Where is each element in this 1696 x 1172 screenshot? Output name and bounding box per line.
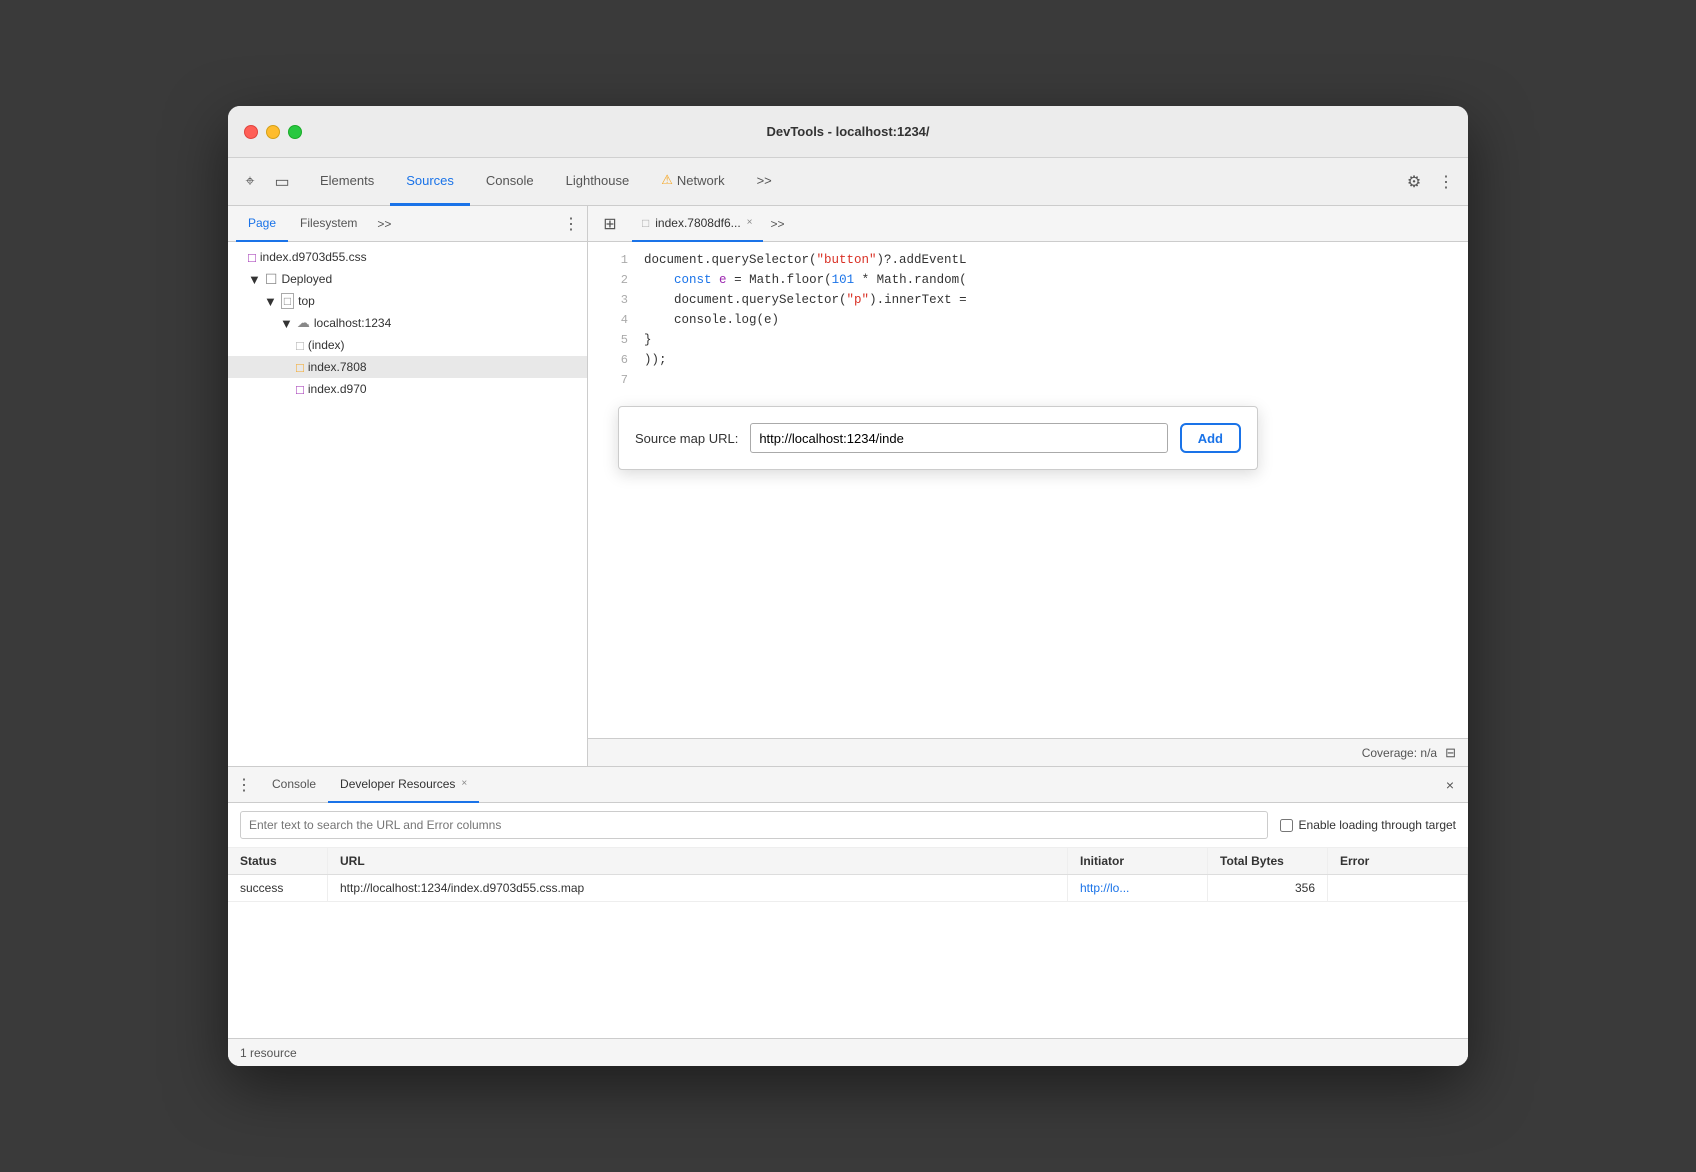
cloud-icon: ☁	[297, 315, 310, 331]
toolbar-icons: ⌖ ▭	[236, 168, 296, 196]
code-line: 6 ));	[588, 350, 1468, 370]
minimize-button[interactable]	[266, 125, 280, 139]
traffic-lights	[244, 125, 302, 139]
bottom-tabs: ⋮ Console Developer Resources × ×	[228, 767, 1468, 803]
table-row[interactable]: success http://localhost:1234/index.d970…	[228, 875, 1468, 902]
code-tab-file-icon: □	[642, 216, 649, 230]
window-title: DevTools - localhost:1234/	[766, 124, 929, 139]
coverage-label: Coverage: n/a	[1362, 746, 1437, 760]
close-button[interactable]	[244, 125, 258, 139]
tab-console-bottom[interactable]: Console	[260, 767, 328, 803]
col-header-status: Status	[228, 848, 328, 874]
col-header-error: Error	[1328, 848, 1468, 874]
code-tab-close-icon[interactable]: ×	[747, 217, 753, 228]
dev-resources-table: Status URL Initiator Total Bytes Error s…	[228, 848, 1468, 1038]
rect-icon: □	[281, 293, 294, 309]
fullscreen-button[interactable]	[288, 125, 302, 139]
css2-file-icon: □	[296, 382, 304, 397]
code-line: 7	[588, 370, 1468, 390]
toolbar: ⌖ ▭ Elements Sources Console Lighthouse …	[228, 158, 1468, 206]
list-item[interactable]: ▼ □ top	[228, 290, 587, 312]
developer-resources-tab-close-icon[interactable]: ×	[461, 778, 467, 789]
tab-network[interactable]: ⚠ Network	[645, 158, 740, 206]
code-tab-active[interactable]: □ index.7808df6... ×	[632, 206, 763, 242]
index-file-icon: □	[296, 338, 304, 353]
js-file-icon: □	[296, 360, 304, 375]
cell-status: success	[228, 875, 328, 901]
more-tabs-button[interactable]: >>	[741, 158, 788, 206]
tab-page[interactable]: Page	[236, 206, 288, 242]
col-header-url: URL	[328, 848, 1068, 874]
source-map-popup: Source map URL: Add	[618, 406, 1258, 470]
toolbar-right: ⚙ ⋮	[1400, 168, 1460, 196]
code-line: 1 document.querySelector("button")?.addE…	[588, 250, 1468, 270]
tab-console[interactable]: Console	[470, 158, 550, 206]
resource-count: 1 resource	[240, 1046, 297, 1060]
right-status-bar: Coverage: n/a ⊟	[588, 738, 1468, 766]
toolbar-tabs: Elements Sources Console Lighthouse ⚠ Ne…	[304, 158, 1400, 206]
bottom-panel-menu-icon[interactable]: ⋮	[236, 775, 252, 795]
table-header: Status URL Initiator Total Bytes Error	[228, 848, 1468, 875]
tab-lighthouse[interactable]: Lighthouse	[550, 158, 646, 206]
source-map-label: Source map URL:	[635, 431, 738, 446]
code-area: 1 document.querySelector("button")?.addE…	[588, 242, 1468, 738]
css-file-icon: □	[248, 250, 256, 265]
bottom-panel-close-icon[interactable]: ×	[1440, 775, 1460, 795]
folder-top-icon: ▼	[264, 294, 277, 309]
left-panel: Page Filesystem >> ⋮ □ index.d9703d55.cs…	[228, 206, 588, 766]
folder-localhost-icon: ▼	[280, 316, 293, 331]
code-line: 3 document.querySelector("p").innerText …	[588, 290, 1468, 310]
file-tree: □ index.d9703d55.css ▼ ☐ Deployed ▼ □ to…	[228, 242, 587, 766]
enable-loading-checkbox[interactable]	[1280, 819, 1293, 832]
code-line: 2 const e = Math.floor(101 * Math.random…	[588, 270, 1468, 290]
cube-icon: ☐	[265, 271, 278, 288]
bottom-panel: ⋮ Console Developer Resources × × Enable…	[228, 766, 1468, 1066]
list-item[interactable]: □ index.d970	[228, 378, 587, 400]
main-content: Page Filesystem >> ⋮ □ index.d9703d55.cs…	[228, 206, 1468, 766]
code-tabs: ⊞ □ index.7808df6... × >>	[588, 206, 1468, 242]
tab-developer-resources[interactable]: Developer Resources ×	[328, 767, 479, 803]
menu-icon[interactable]: ⋮	[1432, 168, 1460, 196]
cell-initiator: http://lo...	[1068, 875, 1208, 901]
list-item[interactable]: □ index.d9703d55.css	[228, 246, 587, 268]
devtools-window: DevTools - localhost:1234/ ⌖ ▭ Elements …	[228, 106, 1468, 1066]
list-item[interactable]: ▼ ☁ localhost:1234	[228, 312, 587, 334]
col-header-bytes: Total Bytes	[1208, 848, 1328, 874]
more-code-tabs-button[interactable]: >>	[767, 215, 789, 233]
more-panel-tabs-button[interactable]: >>	[373, 215, 395, 233]
inspect-icon[interactable]: ⌖	[236, 168, 264, 196]
right-panel: ⊞ □ index.7808df6... × >> 1 document.que…	[588, 206, 1468, 766]
search-input[interactable]	[240, 811, 1268, 839]
col-header-initiator: Initiator	[1068, 848, 1208, 874]
device-icon[interactable]: ▭	[268, 168, 296, 196]
tab-sources[interactable]: Sources	[390, 158, 470, 206]
enable-loading-checkbox-label: Enable loading through target	[1280, 818, 1456, 832]
title-bar: DevTools - localhost:1234/	[228, 106, 1468, 158]
list-item[interactable]: ▼ ☐ Deployed	[228, 268, 587, 290]
tab-filesystem[interactable]: Filesystem	[288, 206, 369, 242]
code-line: 4 console.log(e)	[588, 310, 1468, 330]
source-map-add-button[interactable]: Add	[1180, 423, 1241, 453]
panel-menu-icon[interactable]: ⋮	[563, 214, 579, 234]
cell-bytes: 356	[1208, 875, 1328, 901]
search-bar: Enable loading through target	[228, 803, 1468, 848]
bottom-status-bar: 1 resource	[228, 1038, 1468, 1066]
search-right: Enable loading through target	[1280, 818, 1456, 832]
warning-icon: ⚠	[661, 172, 673, 188]
folder-deployed-icon: ▼	[248, 272, 261, 287]
source-map-input[interactable]	[750, 423, 1167, 453]
coverage-icon[interactable]: ⊟	[1445, 745, 1456, 761]
sidebar-toggle-icon[interactable]: ⊞	[596, 210, 624, 238]
tab-elements[interactable]: Elements	[304, 158, 390, 206]
list-item[interactable]: □ (index)	[228, 334, 587, 356]
cell-error	[1328, 875, 1468, 901]
list-item[interactable]: □ index.7808	[228, 356, 587, 378]
code-line: 5 }	[588, 330, 1468, 350]
settings-icon[interactable]: ⚙	[1400, 168, 1428, 196]
cell-url: http://localhost:1234/index.d9703d55.css…	[328, 875, 1068, 901]
panel-tabs: Page Filesystem >> ⋮	[228, 206, 587, 242]
